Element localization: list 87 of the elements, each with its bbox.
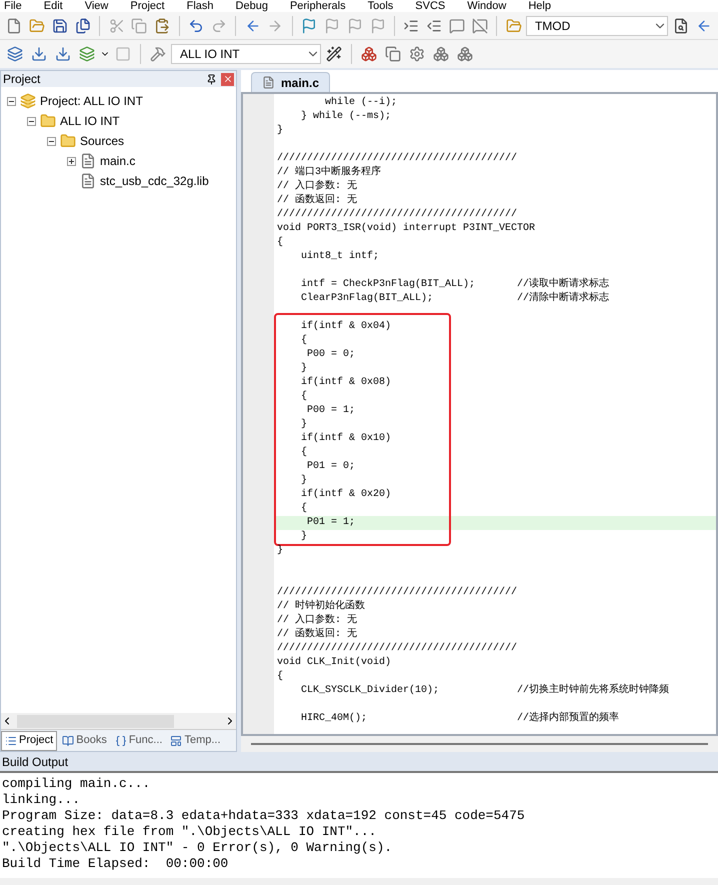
code-line: //////////////////////////////////////// <box>276 642 518 656</box>
code-line: HIRC_40M(); //选择内部预置的频率 <box>300 712 620 726</box>
code-line: { <box>276 236 284 250</box>
code-line: } <box>300 530 308 544</box>
code-line: //////////////////////////////////////// <box>276 586 518 600</box>
code-line: if(intf & 0x20) <box>300 488 392 502</box>
menu-item[interactable]: Window <box>467 0 506 12</box>
output-line: ".\Objects\ALL IO INT" - 0 Error(s), 0 Warning(s). <box>2 840 394 856</box>
template-icon <box>170 734 182 746</box>
output-line: Build Time Elapsed: 00:00:00 <box>2 856 230 872</box>
menu-item[interactable]: Edit <box>44 0 63 12</box>
code-line: ClearP3nFlag(BIT_ALL); //清除中断请求标志 <box>300 292 610 306</box>
code-line: { <box>300 502 308 516</box>
code-line: } <box>300 474 308 488</box>
code-line: //////////////////////////////////////// <box>276 208 518 222</box>
output-line: creating hex file from ".\Objects\ALL IO INT"... <box>2 824 378 840</box>
menu-item[interactable]: Tools <box>368 0 394 12</box>
target-combo[interactable]: ALL IO INT <box>171 44 321 64</box>
panel-title: Project <box>3 71 40 88</box>
code-line: P00 = 1; <box>306 404 356 418</box>
code-line: } while (--ms); <box>300 110 392 124</box>
horizontal-scrollbar[interactable] <box>1 713 236 729</box>
code-line: CLK_SYSCLK_Divider(10); //切换主时钟前先将系统时钟降频 <box>300 684 670 698</box>
collapse-toggle[interactable] <box>47 136 56 146</box>
code-line: uint8_t intf; <box>300 250 380 264</box>
code-line: // 函数返回: 无 <box>276 628 358 642</box>
menu-item[interactable]: Flash <box>186 0 214 12</box>
menu-item[interactable]: Peripherals <box>290 0 346 12</box>
project-icon <box>20 93 36 109</box>
find-combo[interactable]: TMOD <box>526 16 668 36</box>
collapse-toggle[interactable] <box>27 116 36 126</box>
menu-item[interactable]: View <box>84 0 108 12</box>
menu-item[interactable]: SVCS <box>415 0 446 12</box>
code-line: } <box>300 362 308 376</box>
code-line: // 时钟初始化函数 <box>276 600 366 614</box>
code-line: if(intf & 0x04) <box>300 320 392 334</box>
pin-icon[interactable] <box>206 74 217 84</box>
tree-item[interactable]: stc_usb_cdc_32g.lib <box>100 172 209 190</box>
code-line: // 入口参数: 无 <box>276 614 358 628</box>
output-line: Program Size: data=8.3 edata+hdata=333 xdata=192 const=45 code=5475 <box>2 808 526 824</box>
code-line: P00 = 0; <box>306 348 356 362</box>
code-line: } <box>300 418 308 432</box>
code-line: // 入口参数: 无 <box>276 180 358 194</box>
panel-tab[interactable]: Project <box>1 730 58 750</box>
menu-item[interactable]: Debug <box>236 0 268 12</box>
close-button[interactable] <box>221 72 234 86</box>
code-line: { <box>300 446 308 460</box>
code-line: intf = CheckP3nFlag(BIT_ALL); //读取中断请求标志 <box>300 278 610 292</box>
tree-item[interactable]: main.c <box>100 152 136 170</box>
code-line: void PORT3_ISR(void) interrupt P3INT_VECTOR <box>276 222 536 236</box>
folder-icon <box>60 133 76 149</box>
file-icon <box>80 153 96 169</box>
panel-tab[interactable]: Temp... <box>167 730 224 750</box>
braces-icon <box>114 734 127 746</box>
folder-icon <box>40 113 56 129</box>
code-line: } <box>276 124 284 138</box>
code-line: void CLK_Init(void) <box>276 656 392 670</box>
editor-tab[interactable]: main.c <box>251 72 330 92</box>
menu-item[interactable]: File <box>4 0 22 12</box>
tree-item[interactable]: ALL IO INT <box>60 112 120 130</box>
code-line: { <box>276 670 284 684</box>
horizontal-scrollbar[interactable] <box>241 736 718 752</box>
code-line: // 端口3中断服务程序 <box>276 166 382 180</box>
code-line: while (--i); <box>324 96 398 110</box>
code-line: if(intf & 0x08) <box>300 376 392 390</box>
output-line: compiling main.c... <box>2 776 152 792</box>
book-icon <box>62 734 74 746</box>
code-line: //////////////////////////////////////// <box>276 152 518 166</box>
code-line: if(intf & 0x10) <box>300 432 392 446</box>
panel-title: Build Output <box>2 754 68 770</box>
panel-tab[interactable]: Books <box>59 730 110 750</box>
file-icon <box>80 173 96 189</box>
menu-item[interactable]: Project <box>130 0 165 12</box>
code-line: P01 = 0; <box>306 460 356 474</box>
close-icon <box>222 74 232 84</box>
code-line: // 函数返回: 无 <box>276 194 358 208</box>
code-line: { <box>300 334 308 348</box>
output-line: linking... <box>2 792 82 808</box>
code-line: } <box>276 544 284 558</box>
panel-tab[interactable]: Func... <box>112 730 166 750</box>
collapse-toggle[interactable] <box>7 96 16 106</box>
tree-item[interactable]: Sources <box>80 132 124 150</box>
file-icon <box>262 76 275 89</box>
code-line: { <box>300 390 308 404</box>
menu-item[interactable]: Help <box>528 0 551 12</box>
expand-toggle[interactable] <box>67 156 76 166</box>
tree-item[interactable]: Project: ALL IO INT <box>40 92 143 110</box>
